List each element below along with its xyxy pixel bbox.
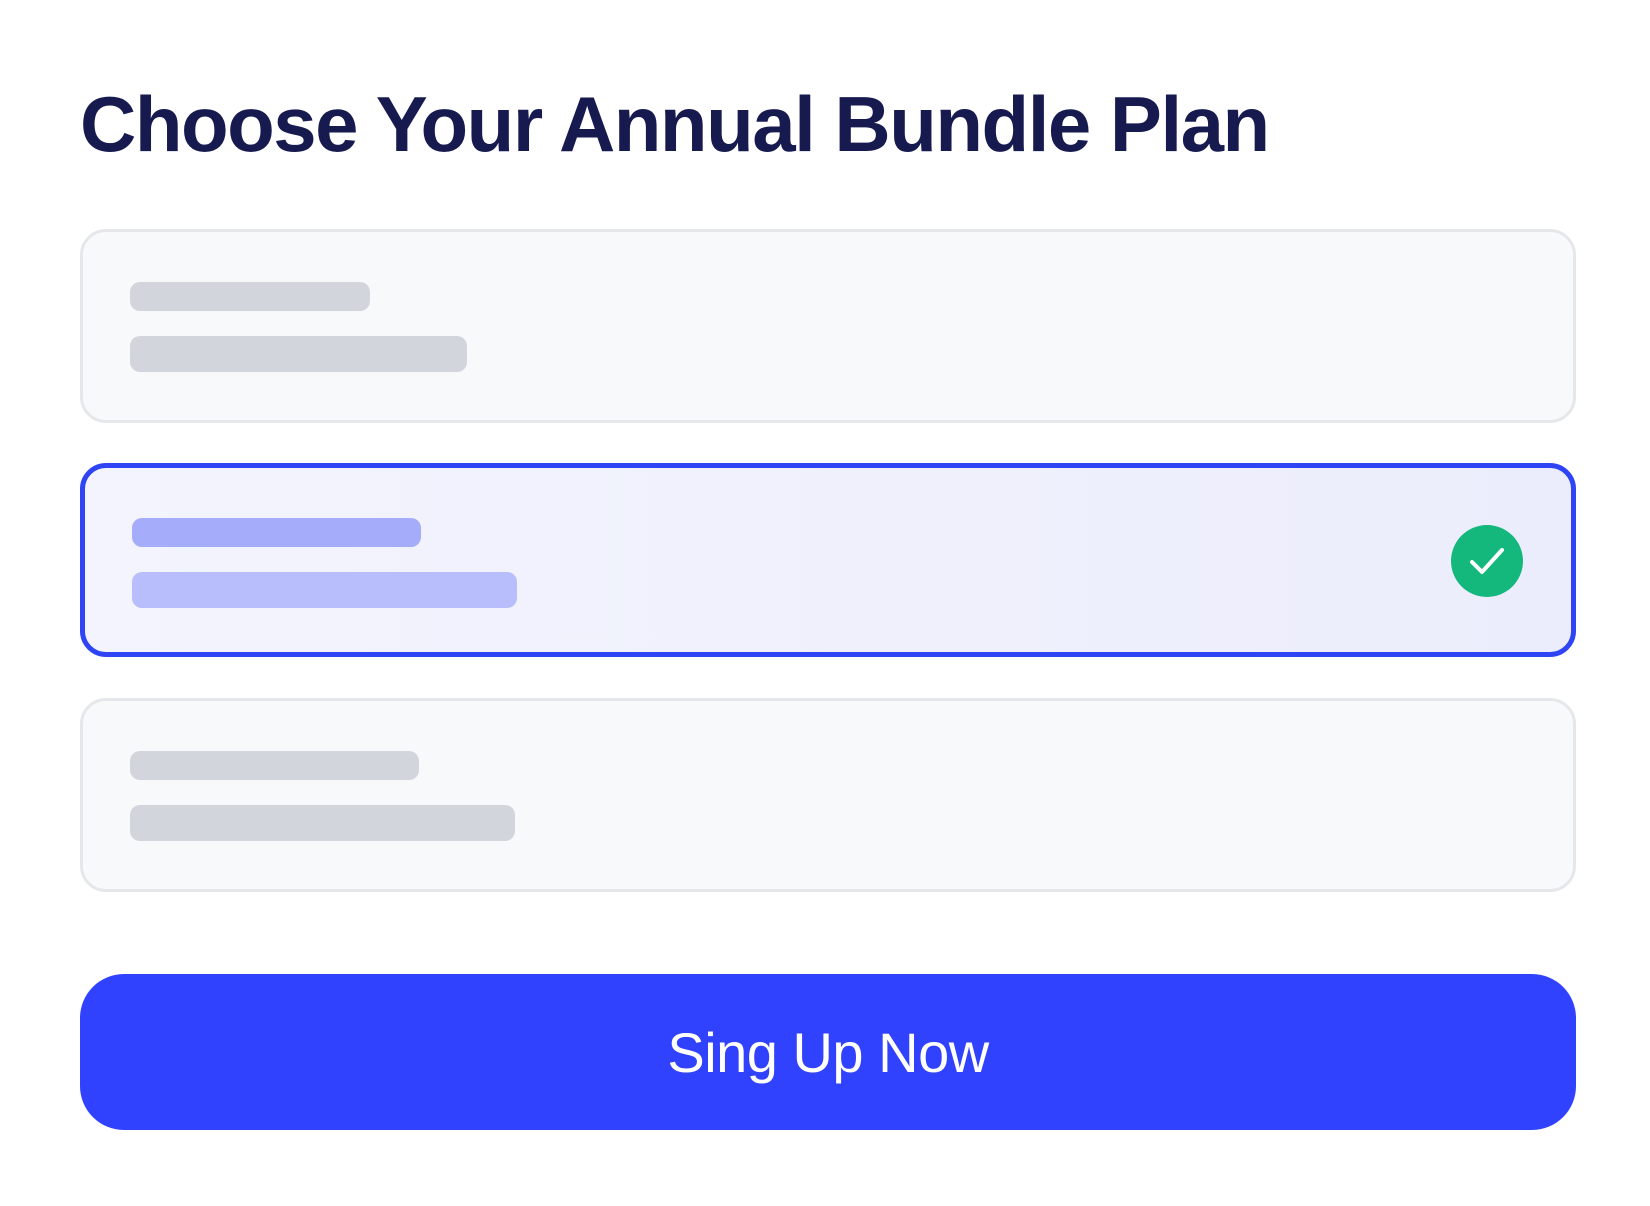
page-title: Choose Your Annual Bundle Plan <box>80 80 1270 168</box>
plan-option-2-selected[interactable] <box>80 463 1576 657</box>
plan-price-placeholder <box>130 805 515 841</box>
sign-up-button[interactable]: Sing Up Now <box>80 974 1576 1130</box>
plan-price-placeholder <box>132 572 517 608</box>
plan-title-placeholder <box>130 751 419 780</box>
plan-title-placeholder <box>130 282 370 311</box>
plan-title-placeholder <box>132 518 421 547</box>
plan-option-3[interactable] <box>80 698 1576 892</box>
plan-option-1[interactable] <box>80 229 1576 423</box>
check-icon <box>1470 548 1504 574</box>
plan-price-placeholder <box>130 336 467 372</box>
selected-check-badge <box>1451 525 1523 597</box>
